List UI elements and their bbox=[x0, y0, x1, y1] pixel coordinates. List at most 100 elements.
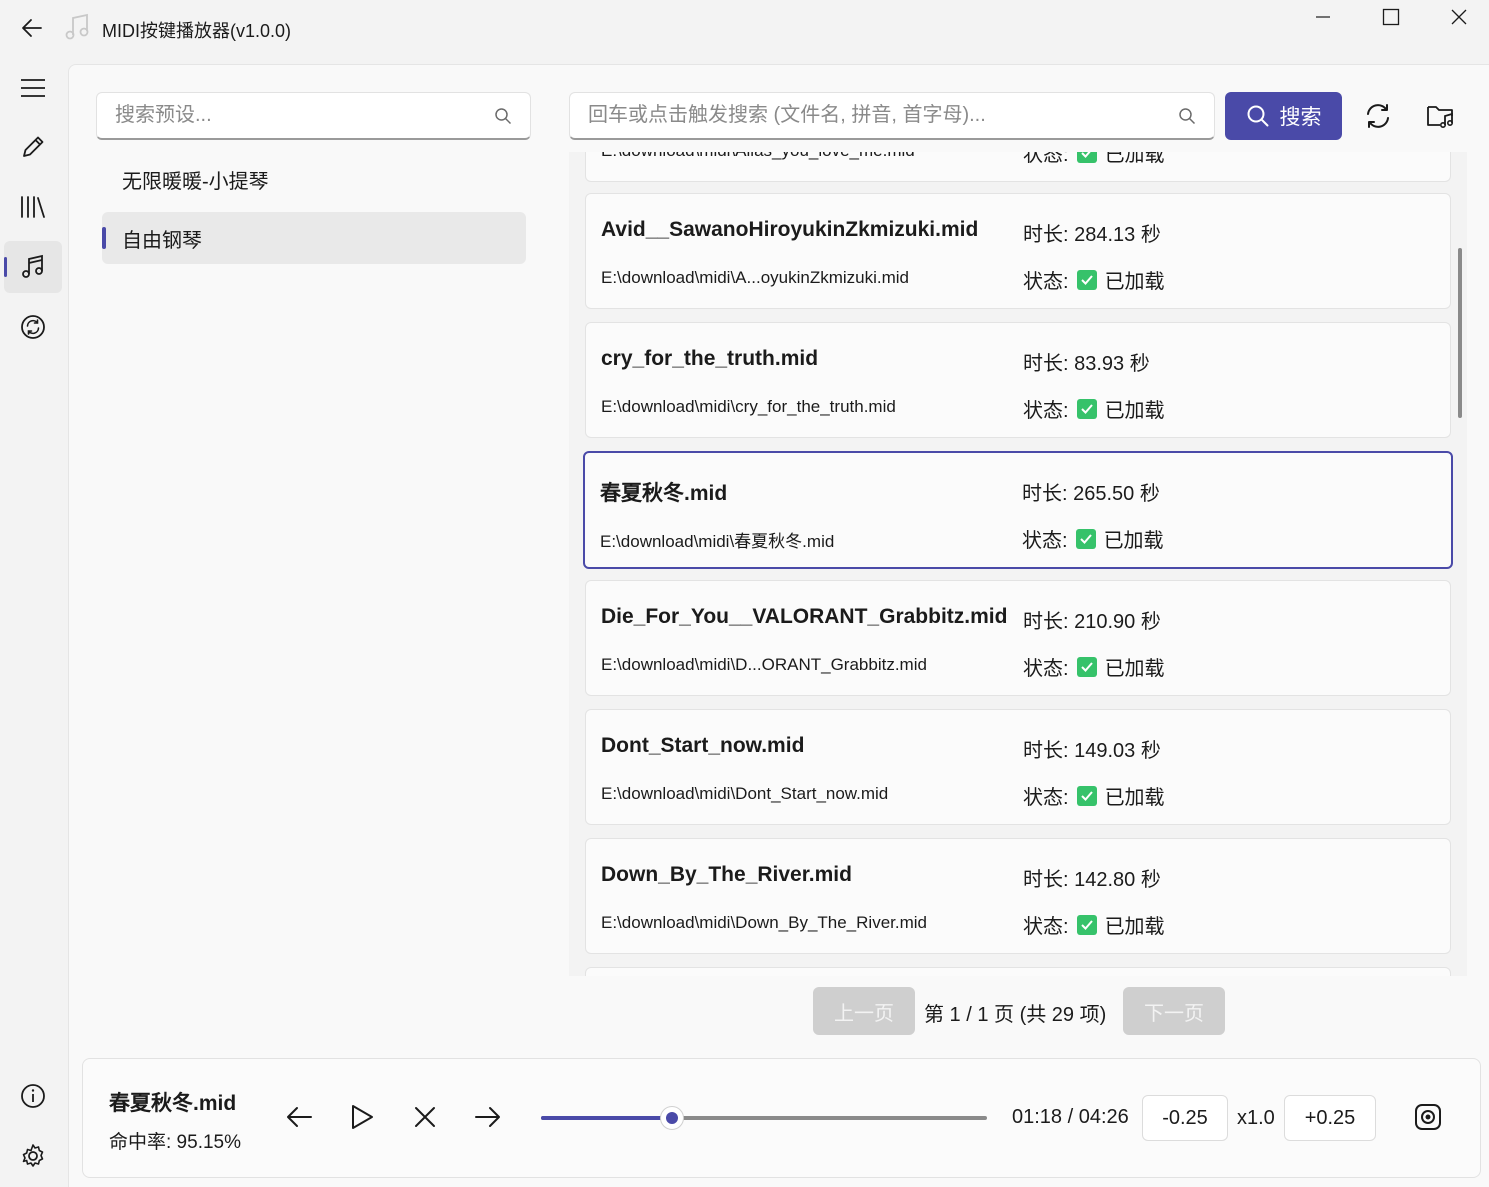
file-list[interactable]: E:\download\midi\Alias_you_love_me.mid 状… bbox=[569, 152, 1467, 976]
nav-settings-button[interactable] bbox=[4, 1130, 62, 1182]
folder-music-icon bbox=[1427, 106, 1453, 128]
info-icon bbox=[21, 1084, 45, 1108]
file-card[interactable]: E:\download\midi\Alias_you_love_me.mid 状… bbox=[585, 152, 1451, 182]
status-label: 状态: bbox=[1023, 916, 1069, 938]
nav-menu-button[interactable] bbox=[4, 62, 62, 114]
preset-label: 自由钢琴 bbox=[122, 229, 202, 252]
next-button[interactable] bbox=[468, 1097, 508, 1137]
play-icon bbox=[352, 1105, 373, 1129]
progress-thumb[interactable] bbox=[660, 1106, 685, 1130]
file-duration: 时长: 149.03 秒 bbox=[1023, 740, 1161, 762]
speed-up-button[interactable]: +0.25 bbox=[1284, 1095, 1376, 1141]
file-status: 状态: 已加载 bbox=[1023, 910, 1165, 939]
nav-info-button[interactable] bbox=[4, 1070, 62, 1122]
check-icon bbox=[1076, 398, 1097, 419]
minimize-icon bbox=[1316, 16, 1330, 18]
file-card[interactable]: Die_For_You__VALORANT_Grabbitz.mid E:\do… bbox=[585, 580, 1451, 696]
status-label: 状态: bbox=[1023, 658, 1069, 680]
close-button[interactable] bbox=[1425, 0, 1489, 34]
file-name: Die_For_You__VALORANT_Grabbitz.mid bbox=[601, 605, 1008, 628]
file-name: 春夏秋冬.mid bbox=[600, 482, 728, 505]
settings-icon bbox=[22, 1144, 44, 1167]
refresh-button[interactable] bbox=[1356, 94, 1400, 138]
file-path: E:\download\midi\D...ORANT_Grabbitz.mid bbox=[601, 655, 927, 674]
hit-rate: 命中率: 95.15% bbox=[109, 1132, 241, 1153]
arrow-left-icon bbox=[22, 19, 42, 37]
open-folder-button[interactable] bbox=[1419, 94, 1463, 138]
music-note-icon bbox=[62, 12, 92, 42]
search-icon[interactable] bbox=[1178, 107, 1196, 125]
status-label: 状态: bbox=[1023, 400, 1069, 422]
music-icon bbox=[22, 254, 43, 278]
library-icon bbox=[21, 196, 45, 218]
progress-slider[interactable] bbox=[541, 1106, 987, 1130]
stop-button[interactable] bbox=[405, 1097, 445, 1137]
file-search-box[interactable] bbox=[569, 92, 1215, 140]
close-icon bbox=[415, 1107, 435, 1127]
prev-page-button[interactable]: 上一页 bbox=[813, 987, 915, 1035]
side-nav bbox=[0, 60, 66, 1187]
status-value: 已加载 bbox=[1104, 400, 1165, 422]
nav-library-button[interactable] bbox=[4, 181, 62, 233]
file-card[interactable]: cry_for_the_truth.mid E:\download\midi\c… bbox=[585, 322, 1451, 438]
maximize-icon bbox=[1382, 8, 1400, 26]
app-title: MIDI按键播放器(v1.0.0) bbox=[102, 21, 292, 41]
file-card[interactable] bbox=[585, 967, 1451, 976]
file-path: E:\download\midi\Dont_Start_now.mid bbox=[601, 784, 889, 803]
sync-icon bbox=[21, 315, 45, 339]
file-status: 状态: 已加载 bbox=[1023, 781, 1165, 810]
file-name: Down_By_The_River.mid bbox=[601, 863, 852, 886]
status-label: 状态: bbox=[1023, 152, 1069, 166]
player-bar: 春夏秋冬.mid 命中率: 95.15% 01:18 / 04:26 -0.25… bbox=[82, 1058, 1481, 1178]
list-scrollbar[interactable] bbox=[1458, 248, 1462, 418]
file-card[interactable]: Dont_Start_now.mid E:\download\midi\Dont… bbox=[585, 709, 1451, 825]
file-status: 状态: 已加载 bbox=[1023, 652, 1165, 681]
file-card[interactable]: Down_By_The_River.mid E:\download\midi\D… bbox=[585, 838, 1451, 954]
record-icon bbox=[1415, 1104, 1441, 1130]
status-value: 已加载 bbox=[1104, 916, 1165, 938]
speed-down-button[interactable]: -0.25 bbox=[1142, 1095, 1228, 1141]
preset-search-box[interactable] bbox=[96, 92, 531, 140]
refresh-icon bbox=[1367, 104, 1389, 128]
status-label: 状态: bbox=[1023, 787, 1069, 809]
file-duration: 时长: 265.50 秒 bbox=[1022, 483, 1160, 505]
file-card[interactable]: Avid__SawanoHiroyukinZkmizuki.mid E:\dow… bbox=[585, 193, 1451, 309]
search-button[interactable]: 搜索 bbox=[1225, 92, 1342, 140]
nav-sync-button[interactable] bbox=[4, 301, 62, 353]
playback-time: 01:18 / 04:26 bbox=[1012, 1106, 1129, 1128]
next-page-button[interactable]: 下一页 bbox=[1123, 987, 1225, 1035]
title-bar: MIDI按键播放器(v1.0.0) bbox=[0, 0, 1489, 56]
file-status: 状态: 已加载 bbox=[1022, 524, 1164, 553]
menu-icon bbox=[21, 79, 45, 97]
file-search-input[interactable] bbox=[570, 93, 1150, 137]
back-button[interactable] bbox=[14, 12, 50, 44]
arrow-left-icon bbox=[287, 1107, 312, 1127]
page-info: 第 1 / 1 页 (共 29 项) bbox=[924, 1004, 1107, 1026]
preset-search-input[interactable] bbox=[97, 104, 477, 127]
previous-button[interactable] bbox=[279, 1097, 319, 1137]
record-button[interactable] bbox=[1408, 1097, 1448, 1137]
play-button[interactable] bbox=[342, 1097, 382, 1137]
preset-item-selected[interactable]: 自由钢琴 bbox=[102, 212, 526, 264]
file-card-selected[interactable]: 春夏秋冬.mid E:\download\midi\春夏秋冬.mid 时长: 2… bbox=[583, 451, 1453, 569]
minimize-button[interactable] bbox=[1289, 0, 1357, 34]
file-path: E:\download\midi\春夏秋冬.mid bbox=[600, 532, 835, 551]
nav-edit-button[interactable] bbox=[4, 121, 62, 173]
file-status: 状态: 已加载 bbox=[1023, 152, 1165, 167]
file-name: cry_for_the_truth.mid bbox=[601, 347, 819, 370]
search-icon[interactable] bbox=[494, 107, 512, 125]
file-path: E:\download\midi\Alias_you_love_me.mid bbox=[601, 152, 915, 161]
file-duration: 时长: 210.90 秒 bbox=[1023, 611, 1161, 633]
arrow-right-icon bbox=[475, 1107, 500, 1127]
check-icon bbox=[1076, 914, 1097, 935]
nav-music-button[interactable] bbox=[4, 241, 62, 293]
status-label: 状态: bbox=[1023, 271, 1069, 293]
check-icon bbox=[1076, 152, 1097, 163]
file-name: Avid__SawanoHiroyukinZkmizuki.mid bbox=[601, 218, 979, 241]
file-duration: 时长: 142.80 秒 bbox=[1023, 869, 1161, 891]
search-button-label: 搜索 bbox=[1279, 106, 1322, 129]
file-path: E:\download\midi\cry_for_the_truth.mid bbox=[601, 397, 896, 416]
file-name: Dont_Start_now.mid bbox=[601, 734, 805, 757]
preset-item[interactable]: 无限暖暖-小提琴 bbox=[102, 153, 526, 205]
maximize-button[interactable] bbox=[1357, 0, 1425, 34]
